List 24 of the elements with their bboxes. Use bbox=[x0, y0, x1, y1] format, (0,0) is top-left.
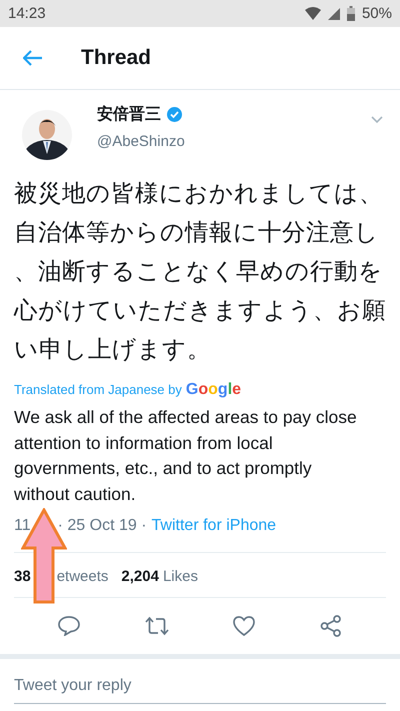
translated-text: We ask all of the affected areas to pay close attention to information from local governments, etc., and to act promptly without caution. bbox=[14, 406, 358, 506]
likes-label[interactable]: Likes bbox=[162, 568, 198, 585]
share-icon[interactable] bbox=[320, 614, 342, 637]
heart-icon[interactable] bbox=[233, 616, 256, 636]
signal-icon bbox=[328, 8, 340, 20]
retweet-icon[interactable] bbox=[144, 616, 169, 636]
retweets-label[interactable]: etweets bbox=[56, 568, 108, 585]
retweet-count: 38 bbox=[14, 568, 31, 585]
source-link[interactable]: Twitter for iPhone bbox=[152, 516, 276, 535]
like-count: 2,204 bbox=[121, 568, 159, 585]
comment-icon[interactable] bbox=[58, 616, 80, 636]
battery-icon bbox=[346, 6, 355, 21]
translation-label[interactable]: Translated from Japanese by bbox=[14, 382, 182, 397]
tweet-date: · 25 Oct 19 · bbox=[58, 516, 147, 535]
battery-level: 50% bbox=[362, 5, 392, 22]
author-name: 安倍晋三 bbox=[97, 104, 161, 125]
tweet-time: 11 bbox=[14, 516, 31, 535]
tweet-text: 被災地の皆様におかれましては、自治体等からの情報に十分注意し、油断することなく早めの行動を心がけていただきますよう、お願い申し上げます。 bbox=[14, 178, 387, 365]
author-handle: @AbeShinzo bbox=[97, 133, 186, 150]
page-title: Thread bbox=[81, 46, 152, 70]
google-logo: Google bbox=[186, 381, 242, 399]
status-time: 14:23 bbox=[8, 5, 46, 22]
wifi-icon bbox=[304, 7, 321, 20]
back-arrow-icon[interactable] bbox=[23, 50, 43, 66]
